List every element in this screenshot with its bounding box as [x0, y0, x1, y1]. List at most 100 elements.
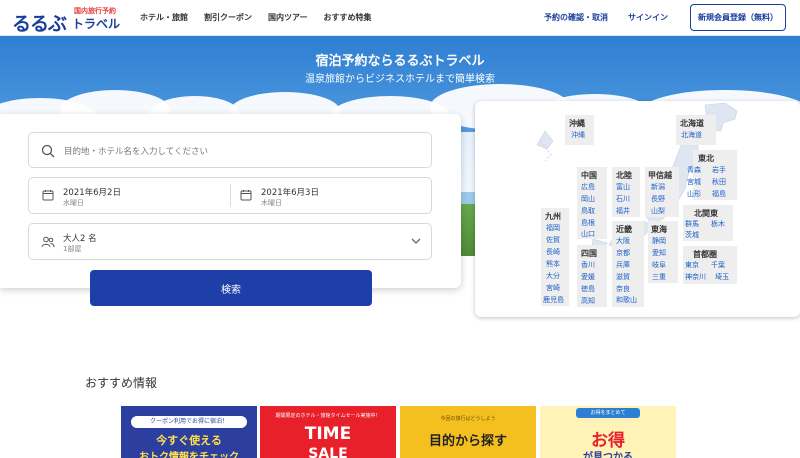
pref-chiba[interactable]: 千葉	[711, 260, 725, 270]
nav-hotels[interactable]: ホテル・旅館	[140, 12, 188, 23]
header: るるぶ 国内旅行予約 トラベル ホテル・旅館 割引クーポン 国内ツアー おすすめ…	[0, 0, 800, 36]
date-range-field: 2021年6月2日 水曜日 2021年6月3日 木曜日	[28, 177, 432, 214]
recommend-title: おすすめ情報	[85, 376, 158, 390]
destination-placeholder: 目的地・ホテル名を入力してください	[64, 147, 208, 157]
pref-yamagata[interactable]: 山形	[687, 189, 701, 199]
pref-tokyo[interactable]: 東京	[685, 260, 699, 270]
banner-timesale[interactable]: 期間限定のホテル・旅館タイムセール実施中！ TIME SALE	[260, 406, 396, 458]
banner-purpose-top: 今回の旅行はどうしよう	[440, 416, 496, 422]
checkout-date-field[interactable]: 2021年6月3日 木曜日	[227, 178, 431, 213]
pref-hyogo[interactable]: 兵庫	[616, 260, 630, 270]
nav-tours[interactable]: 国内ツアー	[268, 12, 308, 23]
pref-toyama[interactable]: 富山	[616, 182, 630, 192]
banner-coupon-main: 今すぐ使える	[156, 434, 222, 447]
nav-coupons[interactable]: 割引クーポン	[204, 12, 252, 23]
pref-saitama[interactable]: 埼玉	[715, 272, 729, 282]
pref-miyagi[interactable]: 宮城	[687, 177, 701, 187]
logo[interactable]: るるぶ 国内旅行予約 トラベル	[12, 6, 124, 35]
pref-gunma[interactable]: 群馬	[685, 219, 699, 229]
pref-osaka[interactable]: 大阪	[616, 236, 630, 246]
search-icon	[41, 144, 55, 158]
pref-wakayama[interactable]: 和歌山	[616, 295, 637, 305]
banner-purpose-main: 目的から探す	[428, 434, 507, 449]
pref-tochigi[interactable]: 栃木	[711, 219, 725, 229]
pref-aichi[interactable]: 愛知	[652, 248, 666, 258]
pref-okayama[interactable]: 岡山	[581, 194, 595, 204]
region-title-tokai: 東海	[651, 225, 667, 234]
guests-select[interactable]: 大人2 名 1部屋	[28, 223, 432, 260]
pref-hokkaido[interactable]: 北海道	[681, 130, 702, 140]
people-icon	[41, 236, 55, 248]
pref-mie[interactable]: 三重	[652, 272, 666, 282]
region-title-tohoku: 東北	[698, 154, 714, 163]
guests-count: 大人2 名	[63, 234, 97, 244]
pref-shiga[interactable]: 滋賀	[616, 272, 630, 282]
banner-timesale-main: TIME	[304, 424, 352, 444]
region-title-chugoku: 中国	[581, 171, 597, 180]
nav-features[interactable]: おすすめ特集	[324, 12, 372, 23]
region-title-koshinetsu: 甲信越	[648, 171, 672, 180]
banner-otoku-top: お得をまとめて	[576, 408, 640, 418]
pref-tottori[interactable]: 鳥取	[581, 206, 595, 216]
pref-kanagawa[interactable]: 神奈川	[685, 272, 706, 282]
search-button[interactable]: 検索	[90, 270, 372, 306]
pref-ishikawa[interactable]: 石川	[616, 194, 630, 204]
pref-nagano[interactable]: 長野	[651, 194, 665, 204]
rooms-count: 1部屋	[63, 245, 82, 253]
pref-fukuoka[interactable]: 福岡	[546, 223, 560, 233]
pref-kochi[interactable]: 高知	[581, 296, 595, 306]
pref-fukui[interactable]: 福井	[616, 206, 630, 216]
pref-fukushima[interactable]: 福島	[712, 189, 726, 199]
pref-yamaguchi[interactable]: 山口	[581, 229, 595, 239]
pref-ibaraki[interactable]: 茨城	[685, 230, 699, 240]
region-title-shikoku: 四国	[581, 249, 597, 258]
pref-aomori[interactable]: 青森	[687, 165, 701, 175]
region-title-kitakanto: 北関東	[694, 209, 718, 218]
pref-ehime[interactable]: 愛媛	[581, 272, 595, 282]
logo-travel: トラベル	[72, 17, 121, 31]
pref-miyazaki[interactable]: 宮崎	[546, 283, 560, 293]
pref-akita[interactable]: 秋田	[712, 177, 726, 187]
main-nav: ホテル・旅館 割引クーポン 国内ツアー おすすめ特集	[140, 12, 372, 23]
pref-hiroshima[interactable]: 広島	[581, 182, 595, 192]
checkin-date: 2021年6月2日	[63, 188, 121, 198]
pref-nagasaki[interactable]: 長崎	[546, 247, 560, 257]
pref-yamanashi[interactable]: 山梨	[651, 206, 665, 216]
pref-okinawa[interactable]: 沖縄	[571, 130, 585, 140]
banner-coupon-top: クーポン利用でお得に宿泊！	[131, 416, 247, 428]
banner-timesale-top: 期間限定のホテル・旅館タイムセール実施中！	[275, 413, 381, 419]
banner-coupon-sub: おトク情報をチェック	[139, 452, 239, 458]
calendar-icon	[42, 190, 54, 201]
checkin-day: 水曜日	[63, 199, 84, 207]
pref-shizuoka[interactable]: 静岡	[652, 236, 666, 246]
banner-timesale-sub: SALE	[308, 446, 348, 458]
pref-saga[interactable]: 佐賀	[546, 235, 560, 245]
region-title-hokkaido: 北海道	[680, 119, 704, 128]
banner-purpose[interactable]: 今回の旅行はどうしよう 目的から探す	[400, 406, 536, 458]
pref-niigata[interactable]: 新潟	[651, 182, 665, 192]
search-panel: 目的地・ホテル名を入力してください 2021年6月2日 水曜日 2021年6月3…	[0, 114, 461, 288]
region-title-hokuriku: 北陸	[616, 171, 632, 180]
signin-link[interactable]: サインイン	[628, 12, 668, 23]
pref-kumamoto[interactable]: 熊本	[546, 259, 560, 269]
pref-iwate[interactable]: 岩手	[712, 165, 726, 175]
pref-oita[interactable]: 大分	[546, 271, 560, 281]
reservation-link[interactable]: 予約の確認・取消	[544, 12, 608, 23]
destination-input[interactable]: 目的地・ホテル名を入力してください	[28, 132, 432, 168]
checkin-date-field[interactable]: 2021年6月2日 水曜日	[29, 178, 229, 213]
pref-tokushima[interactable]: 徳島	[581, 284, 595, 294]
banner-otoku[interactable]: お得をまとめて お得 が見つかる	[540, 406, 676, 458]
signup-button[interactable]: 新規会員登録（無料）	[690, 4, 786, 31]
area-map: 沖縄 沖縄 北海道 北海道 東北 青森 岩手 宮城 秋田 山形 福島 中国 広島…	[475, 101, 800, 317]
pref-gifu[interactable]: 岐阜	[652, 260, 666, 270]
pref-kagoshima[interactable]: 鹿児島	[543, 295, 564, 305]
pref-kyoto[interactable]: 京都	[616, 248, 630, 258]
banner-coupon[interactable]: クーポン利用でお得に宿泊！ 今すぐ使える おトク情報をチェック	[121, 406, 257, 458]
pref-shimane[interactable]: 島根	[581, 218, 595, 228]
hero-subtitle: 温泉旅館からビジネスホテルまで簡単検索	[305, 74, 495, 85]
logo-main: るるぶ	[12, 13, 67, 35]
pref-kagawa[interactable]: 香川	[581, 260, 595, 270]
checkout-day: 木曜日	[261, 199, 282, 207]
checkout-date: 2021年6月3日	[261, 188, 319, 198]
pref-nara[interactable]: 奈良	[616, 284, 630, 294]
